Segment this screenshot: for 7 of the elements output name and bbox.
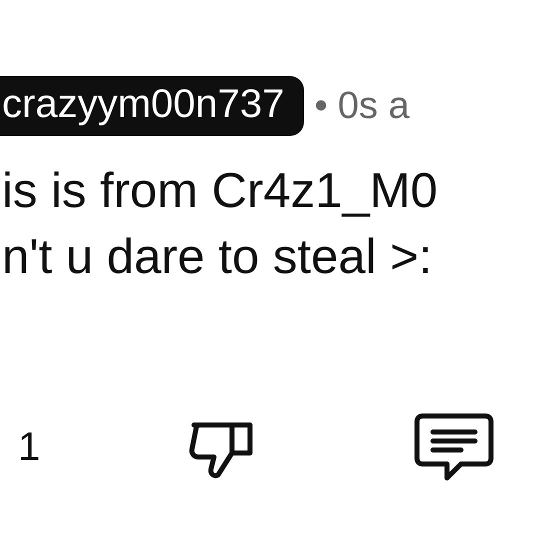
like-count: 1 — [18, 424, 42, 470]
reply-icon[interactable] — [413, 412, 495, 482]
comment-time: 0s a — [338, 84, 410, 128]
comment-text: n't u dare to steal >: — [2, 229, 432, 286]
comment-text: is is from Cr4z1_M0 — [2, 163, 438, 220]
separator-dot: • — [314, 84, 328, 128]
author-badge[interactable]: crazyym00n737 — [0, 76, 304, 136]
